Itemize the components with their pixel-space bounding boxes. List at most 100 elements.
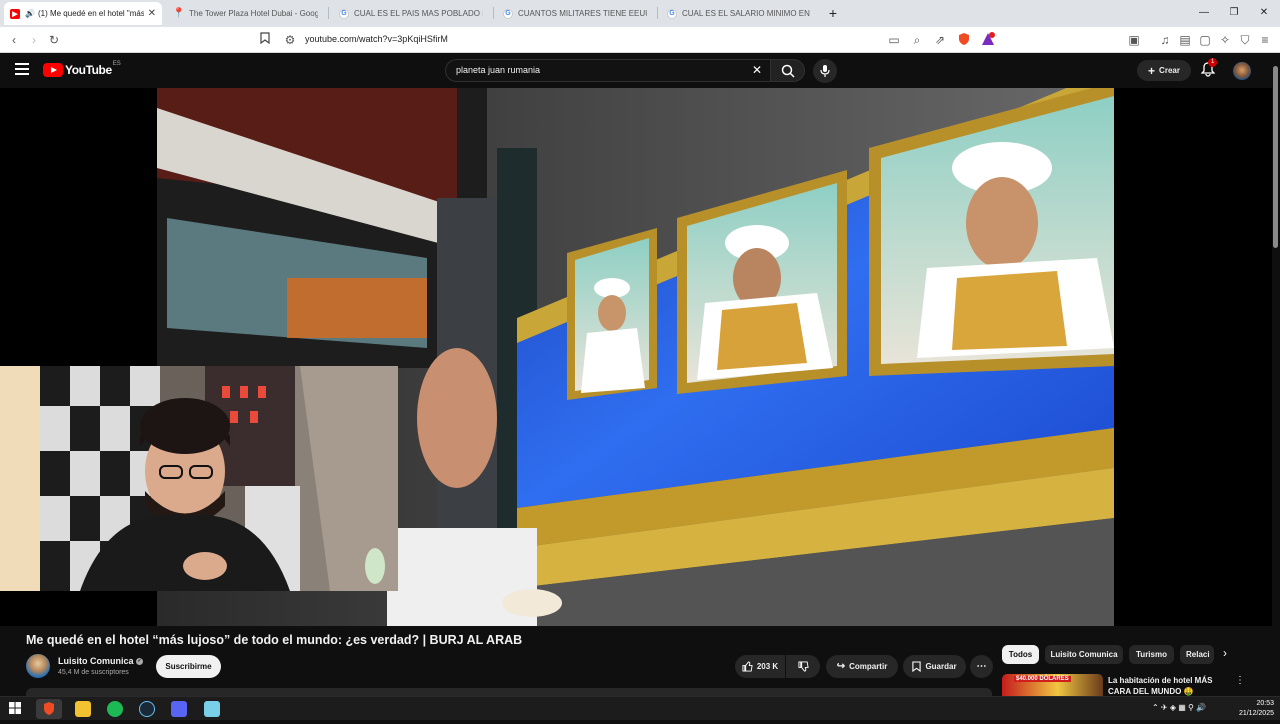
- thumbs-up-icon: [742, 661, 753, 672]
- restore-window-icon[interactable]: ❐: [1226, 5, 1242, 21]
- taskbar-file-explorer-icon[interactable]: [75, 701, 91, 717]
- menu-icon[interactable]: ≡: [1257, 32, 1273, 48]
- tab-separator: [657, 7, 658, 19]
- notification-badge: 1: [1208, 58, 1218, 67]
- like-count: 203 K: [756, 662, 779, 671]
- tab-title: CUAL ES EL PAIS MAS POBLADO DE: [354, 9, 483, 18]
- taskbar-clock[interactable]: 20:53 21/12/2025: [1239, 699, 1274, 719]
- audio-playing-icon[interactable]: 🔊: [25, 9, 35, 18]
- like-button[interactable]: 203 K: [735, 655, 785, 678]
- tab-title: The Tower Plaza Hotel Dubai - Goog: [189, 9, 318, 18]
- streamer-webcam-overlay: [0, 366, 398, 591]
- reading-list-icon[interactable]: ▤: [1177, 32, 1193, 48]
- wallet-icon[interactable]: ▢: [1197, 32, 1213, 48]
- brave-rewards-icon[interactable]: [980, 32, 996, 48]
- chip-relacionados[interactable]: Relaci: [1180, 645, 1214, 664]
- plus-icon: +: [1148, 63, 1156, 78]
- chip-todos[interactable]: Todos: [1002, 645, 1039, 664]
- webcam-scene: [0, 366, 398, 591]
- browser-tab-strip: ▶ 🔊 (1) Me quedé en el hotel "más ✕ 📍 Th…: [0, 0, 1280, 27]
- notifications-button[interactable]: 1: [1200, 58, 1218, 82]
- clock-time: 20:53: [1256, 700, 1274, 707]
- clear-search-icon[interactable]: ✕: [752, 63, 762, 77]
- tab-separator: [493, 7, 494, 19]
- close-window-icon[interactable]: ✕: [1256, 5, 1272, 21]
- description-box[interactable]: [26, 688, 992, 696]
- video-player[interactable]: [0, 88, 1272, 626]
- new-tab-button[interactable]: +: [825, 5, 841, 21]
- google-favicon-icon: G: [503, 8, 513, 19]
- search-icon: [781, 64, 795, 78]
- taskbar-spotify-icon[interactable]: [107, 701, 123, 717]
- minimize-window-icon[interactable]: —: [1196, 5, 1212, 21]
- save-label: Guardar: [925, 662, 957, 671]
- tab-youtube[interactable]: ▶ 🔊 (1) Me quedé en el hotel "más ✕: [4, 2, 162, 25]
- subscribe-button[interactable]: Suscribirme: [156, 655, 221, 678]
- cast-icon[interactable]: ▭: [886, 32, 902, 48]
- thumbnail-text: $40.000 DÓLARES: [1014, 676, 1071, 682]
- taskbar-steam-icon[interactable]: [139, 701, 155, 717]
- sidebar-panel-icon[interactable]: ▣: [1126, 32, 1142, 48]
- zoom-icon[interactable]: ⌕: [909, 32, 925, 48]
- verified-icon: ✓: [136, 658, 144, 666]
- youtube-play-icon: [43, 63, 63, 77]
- windows-start-icon[interactable]: [8, 701, 24, 717]
- youtube-masthead: YouTube ES planeta juan rumania ✕ + Crea…: [0, 53, 1280, 88]
- share-button[interactable]: ↪ Compartir: [826, 655, 898, 678]
- media-icon[interactable]: ♫: [1157, 32, 1173, 48]
- chip-luisito-comunica[interactable]: Luisito Comunica: [1045, 645, 1123, 664]
- save-bookmark-icon: [912, 661, 922, 672]
- search-input[interactable]: planeta juan rumania ✕: [445, 59, 771, 82]
- site-info-icon[interactable]: ⚙: [282, 32, 298, 48]
- video-title: Me quedé en el hotel “más lujoso” de tod…: [26, 633, 523, 647]
- create-button[interactable]: + Crear: [1137, 60, 1191, 81]
- taskbar-app-icon[interactable]: [204, 701, 220, 717]
- share-page-icon[interactable]: ⇗: [932, 32, 948, 48]
- tab-salario-minimo[interactable]: G CUAL ES EL SALARIO MINIMO EN BI: [661, 2, 817, 25]
- bookmark-icon[interactable]: [257, 32, 273, 48]
- url-field[interactable]: youtube.com/watch?v=3pKqiHSfirM: [305, 34, 448, 44]
- brave-shield-icon[interactable]: [956, 32, 972, 48]
- youtube-logo[interactable]: YouTube ES: [43, 61, 121, 77]
- clock-date: 21/12/2025: [1238, 710, 1274, 717]
- recommended-more-icon[interactable]: ⋮: [1235, 675, 1245, 686]
- back-icon[interactable]: ‹: [6, 32, 22, 48]
- region-code: ES: [112, 61, 121, 67]
- tab-tower-plaza[interactable]: 📍 The Tower Plaza Hotel Dubai - Goog: [168, 2, 324, 25]
- vpn-shield-icon[interactable]: ⛉: [1237, 32, 1253, 48]
- thumbs-down-icon: [797, 661, 809, 672]
- tab-pais-poblado[interactable]: G CUAL ES EL PAIS MAS POBLADO DE: [333, 2, 489, 25]
- dislike-button[interactable]: [786, 655, 820, 678]
- close-tab-icon[interactable]: ✕: [144, 8, 156, 19]
- windows-taskbar: ⌃ ✈ ◈ ▦ ⚲ 🔊 20:53 21/12/2025: [0, 696, 1280, 720]
- taskbar-discord-icon[interactable]: [171, 701, 187, 717]
- channel-name-text: Luisito Comunica: [58, 656, 134, 666]
- tab-militares-eeuu[interactable]: G CUANTOS MILITARES TIENE EEUU - B: [497, 2, 653, 25]
- channel-name[interactable]: Luisito Comunica ✓: [58, 656, 144, 666]
- voice-search-button[interactable]: [813, 59, 837, 83]
- more-actions-button[interactable]: ⋯: [970, 655, 993, 678]
- subscriber-count: 45,4 M de suscriptores: [58, 669, 129, 676]
- microphone-icon: [820, 65, 830, 77]
- tab-title: (1) Me quedé en el hotel "más: [37, 9, 144, 18]
- hamburger-menu-icon[interactable]: [15, 63, 29, 75]
- search-button[interactable]: [770, 59, 805, 82]
- chevron-right-icon[interactable]: ›: [1223, 646, 1227, 660]
- scrollbar-thumb[interactable]: [1273, 66, 1278, 248]
- save-button[interactable]: Guardar: [903, 655, 966, 678]
- account-avatar[interactable]: [1233, 62, 1251, 80]
- forward-icon[interactable]: ›: [26, 32, 42, 48]
- taskbar-brave-icon[interactable]: [36, 699, 62, 719]
- reload-icon[interactable]: ↻: [46, 32, 62, 48]
- tray-icons[interactable]: ⌃ ✈ ◈ ▦ ⚲ 🔊: [1152, 703, 1206, 712]
- channel-avatar[interactable]: [26, 654, 50, 678]
- leo-ai-icon[interactable]: ✧: [1217, 32, 1233, 48]
- tab-title: CUAL ES EL SALARIO MINIMO EN BI: [682, 9, 811, 18]
- chip-turismo[interactable]: Turismo: [1129, 645, 1174, 664]
- recommended-title[interactable]: La habitación de hotel MÁS CARA DEL MUND…: [1108, 675, 1220, 696]
- create-label: Crear: [1159, 66, 1180, 75]
- youtube-favicon-icon: ▶: [10, 8, 20, 19]
- tab-separator: [328, 7, 329, 19]
- google-favicon-icon: G: [667, 8, 677, 19]
- google-maps-favicon-icon: 📍: [172, 8, 186, 19]
